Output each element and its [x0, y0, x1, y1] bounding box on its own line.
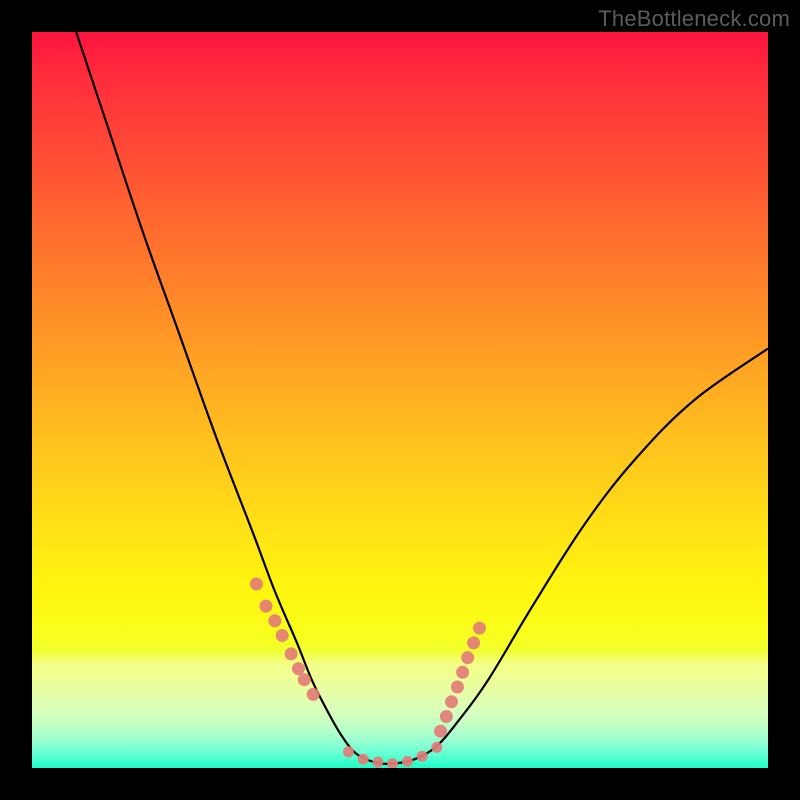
marker-dot	[307, 688, 320, 701]
bottleneck-curve	[76, 32, 768, 764]
marker-dot	[372, 757, 383, 768]
marker-dot	[431, 742, 442, 753]
chart-frame: TheBottleneck.com	[0, 0, 800, 800]
marker-dot	[298, 673, 311, 686]
marker-dot	[285, 647, 298, 660]
marker-dot	[343, 746, 354, 757]
marker-dot	[461, 651, 474, 664]
marker-dot	[445, 695, 458, 708]
marker-dot	[473, 622, 486, 635]
plot-area	[32, 32, 768, 768]
marker-dot	[417, 751, 428, 762]
marker-dot	[434, 725, 447, 738]
marker-dot	[451, 681, 464, 694]
marker-dot	[276, 629, 289, 642]
marker-dot	[440, 710, 453, 723]
marker-dot	[292, 662, 305, 675]
marker-dot	[387, 758, 398, 768]
marker-dot	[268, 614, 281, 627]
marker-dot	[260, 600, 273, 613]
marker-dot	[467, 636, 480, 649]
marker-dot	[358, 754, 369, 765]
chart-svg	[32, 32, 768, 768]
marker-dot	[250, 578, 263, 591]
marker-dot	[402, 756, 413, 767]
watermark-text: TheBottleneck.com	[598, 6, 790, 32]
data-markers	[250, 578, 486, 769]
marker-dot	[456, 666, 469, 679]
